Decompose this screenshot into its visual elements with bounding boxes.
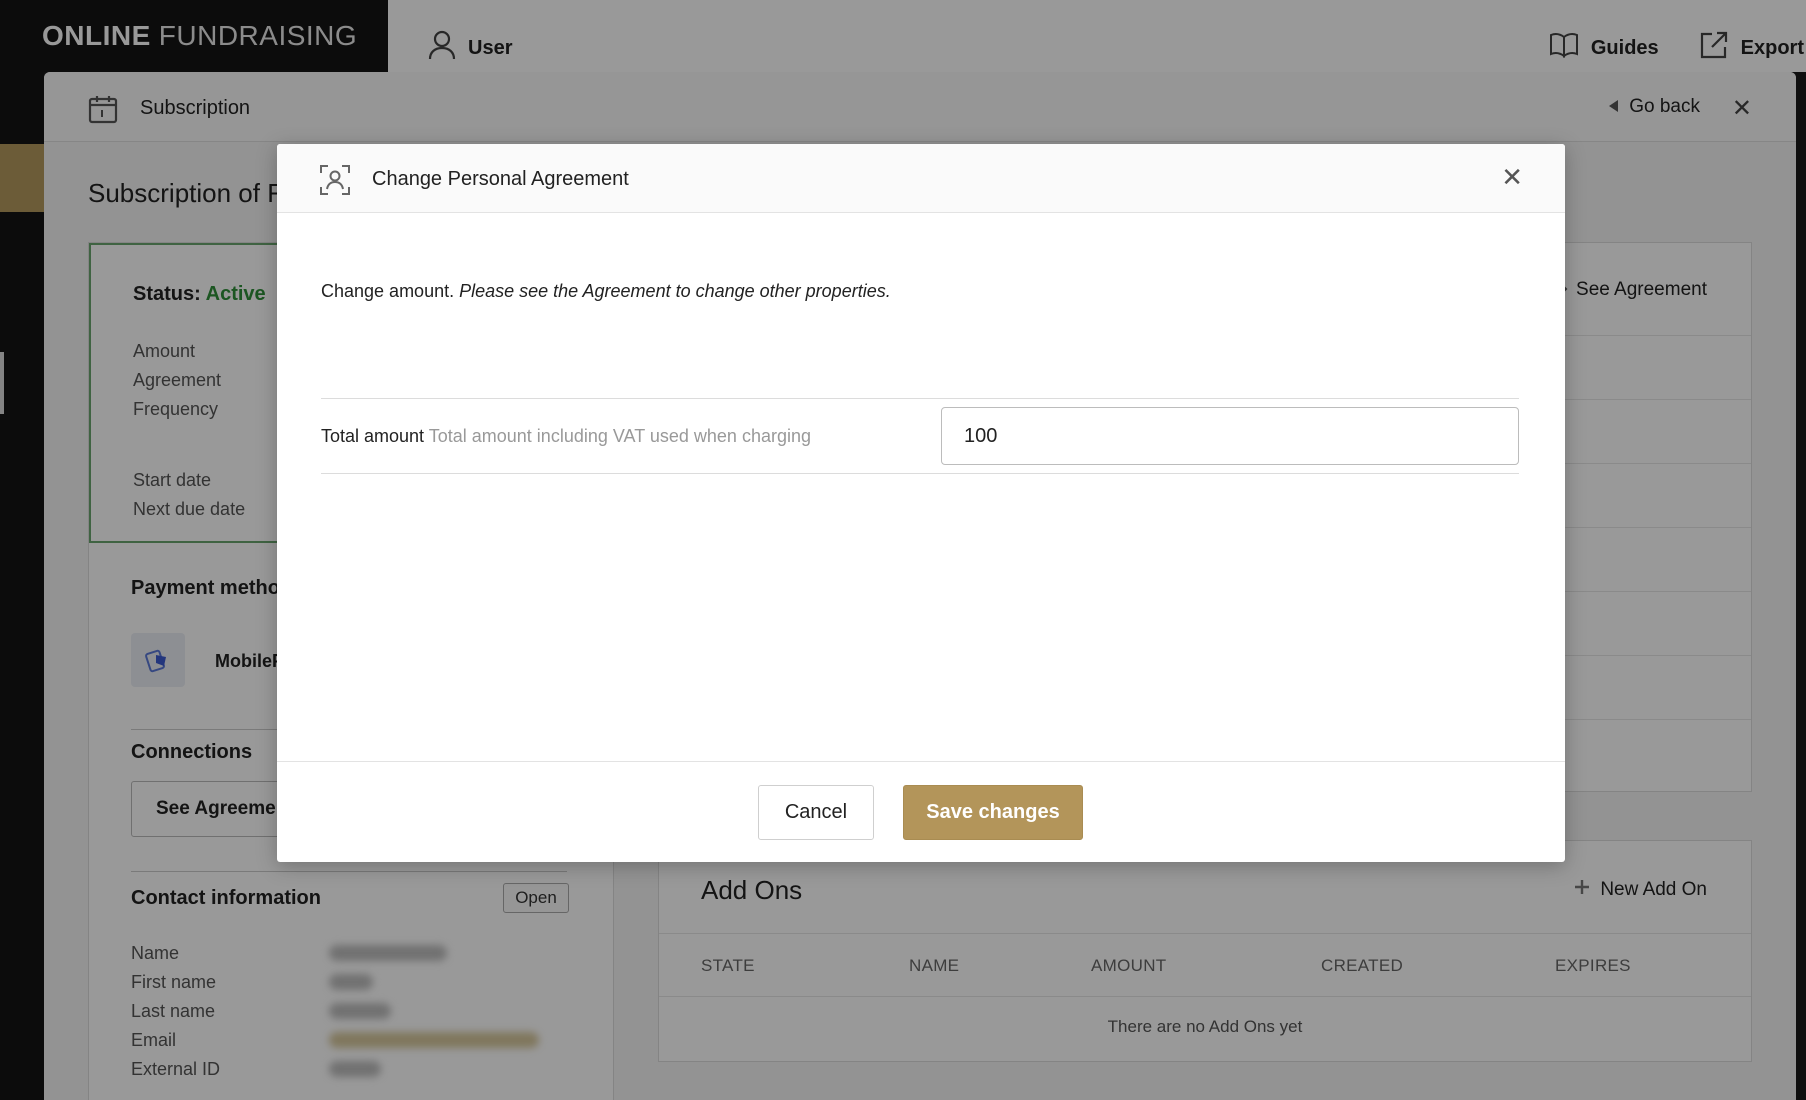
dialog-footer: Cancel Save changes	[277, 761, 1565, 862]
cancel-button[interactable]: Cancel	[758, 785, 874, 840]
dialog-intro: Change amount. Please see the Agreement …	[321, 281, 891, 302]
dialog-header: Change Personal Agreement ✕	[277, 144, 1565, 213]
total-amount-input[interactable]	[941, 407, 1519, 465]
total-amount-label-group: Total amount Total amount including VAT …	[321, 426, 811, 447]
total-amount-label: Total amount	[321, 426, 425, 446]
dialog-title: Change Personal Agreement	[372, 168, 629, 190]
person-frame-icon	[319, 164, 351, 201]
total-amount-row: Total amount Total amount including VAT …	[321, 398, 1519, 474]
intro-text: Change amount.	[321, 281, 455, 301]
intro-note: Please see the Agreement to change other…	[459, 281, 891, 301]
total-amount-hint: Total amount including VAT used when cha…	[428, 426, 811, 446]
dialog-close-icon[interactable]: ✕	[1501, 164, 1523, 190]
dialog-body: Change amount. Please see the Agreement …	[277, 213, 1565, 761]
change-agreement-dialog: Change Personal Agreement ✕ Change amoun…	[277, 144, 1565, 862]
save-changes-button[interactable]: Save changes	[903, 785, 1083, 840]
